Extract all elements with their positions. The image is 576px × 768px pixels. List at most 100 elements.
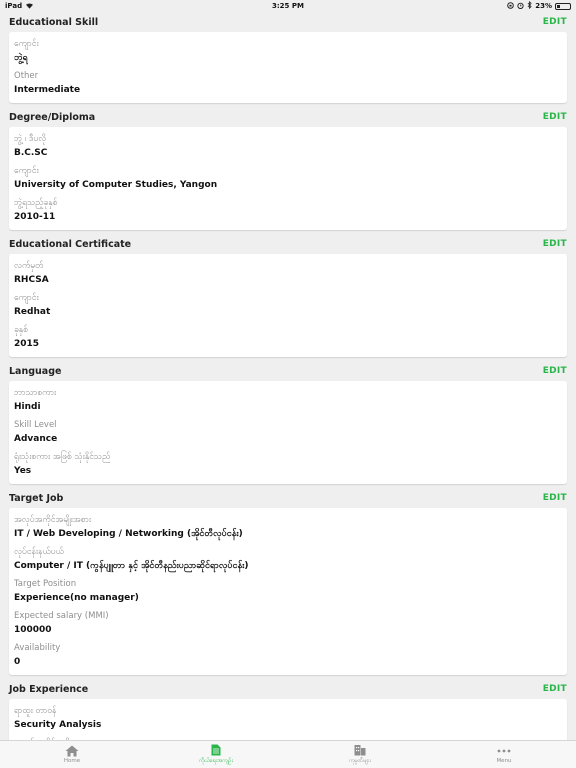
section-title: Target Job	[9, 492, 64, 504]
tab-bar: Home ကိုယ်ရေးအကျဉ်း ကုမ္ပဏီများ Menu	[0, 740, 576, 768]
field-label: Other	[14, 70, 39, 81]
field-value: RHCSA	[14, 274, 49, 285]
field-label: Availability	[14, 642, 61, 653]
section-card: ဘွဲ့ ၊ ဒီပလို B.C.SC ကျောင်း University of …	[9, 127, 567, 230]
lock-rotation-icon	[507, 1, 515, 11]
field-label: လုပ်ငန်းနယ်ပယ်	[14, 546, 64, 557]
field-label: ကျောင်း	[14, 165, 39, 176]
section-card: ရာထူး တာဝန်Security Analysisအလုပ်အကိုင်အ…	[9, 699, 567, 740]
section-card: ကျောင်း ဘွဲ့ရ Other Intermediate	[9, 32, 567, 103]
alarm-icon	[517, 2, 524, 11]
field-value: Security Analysis	[14, 719, 102, 730]
wifi-icon	[25, 2, 34, 11]
field-value: Computer / IT (ကွန်ပျူတာ နှင့် အိုင်တီနည…	[14, 560, 249, 571]
field-row: Other Intermediate	[14, 67, 562, 99]
section-degree-diploma: Degree/Diploma EDIT ဘွဲ့ ၊ ဒီပလို B.C.SC ကျေ…	[0, 107, 576, 230]
edit-degree-diploma-button[interactable]: EDIT	[543, 112, 567, 122]
field-row: Availability 0	[14, 639, 562, 671]
resume-scroll-view[interactable]: Educational Skill EDIT ကျောင်း ဘွဲ့ရ Other In…	[0, 12, 576, 740]
edit-educational-certificate-button[interactable]: EDIT	[543, 239, 567, 249]
field-label: ရာထူး တာဝန်	[14, 705, 57, 716]
document-icon	[211, 744, 221, 756]
section-job-experience: Job Experience EDIT ရာထူး တာဝန် Security An…	[0, 679, 576, 740]
field-label: ကျောင်း	[14, 38, 39, 49]
field-label: ရုံးသုံးစကား အဖြစ် သုံးနိုင်သည်	[14, 451, 111, 462]
section-title: Degree/Diploma	[9, 111, 96, 123]
field-label: Skill Level	[14, 419, 57, 430]
edit-job-experience-button[interactable]: EDIT	[543, 684, 567, 694]
tab-label: ကုမ္ပဏီများ	[349, 758, 371, 764]
home-icon	[65, 745, 79, 757]
field-value: Experience(no manager)	[14, 592, 139, 603]
section-header: Language EDIT	[0, 361, 576, 381]
field-value: Yes	[14, 465, 32, 476]
section-header: Target Job EDIT	[0, 488, 576, 508]
field-value: 2010-11	[14, 211, 56, 222]
field-row: ဘွဲ့ ၊ ဒီပလို B.C.SC	[14, 130, 562, 162]
field-value: Redhat	[14, 306, 51, 317]
field-label: Expected salary (MMI)	[14, 610, 109, 621]
field-label: ကျောင်း	[14, 292, 39, 303]
field-value: Intermediate	[14, 84, 81, 95]
section-card: ဘာသာစကား Hindi Skill Level Advance ရုံးသုံးစ…	[9, 381, 567, 484]
section-language: Language EDIT ဘာသာစကား Hindi Skill Level Adva…	[0, 361, 576, 484]
field-value: B.C.SC	[14, 147, 48, 158]
section-header: Educational Certificate EDIT	[0, 234, 576, 254]
edit-target-job-button[interactable]: EDIT	[543, 493, 567, 503]
section-card: လက်မှတ် RHCSA ကျောင်း Redhat ခုနှစ် 2015	[9, 254, 567, 357]
field-row: အလုပ်အကိုင်အမျိုးအစား IT / Web Developing…	[14, 511, 562, 543]
field-row: လက်မှတ် RHCSA	[14, 257, 562, 289]
field-value: 2015	[14, 338, 40, 349]
field-row: ကျောင်း University of Computer Studies, Y…	[14, 162, 562, 194]
field-row: Expected salary (MMI) 100000	[14, 607, 562, 639]
field-label: လက်မှတ်	[14, 260, 44, 271]
section-header: Educational Skill EDIT	[0, 12, 576, 32]
field-row: ကျောင်း Redhat	[14, 289, 562, 321]
tab-home[interactable]: Home	[0, 741, 144, 768]
section-title: Educational Skill	[9, 16, 99, 28]
section-target-job: Target Job EDIT အလုပ်အကိုင်အမျိုးအစား IT / …	[0, 488, 576, 675]
field-row: Target Position Experience(no manager)	[14, 575, 562, 607]
building-icon	[354, 744, 366, 756]
tab-label: ကိုယ်ရေးအကျဉ်း	[198, 758, 233, 764]
bluetooth-icon	[527, 0, 532, 11]
tab-label: Home	[63, 758, 81, 764]
field-row: Skill Level Advance	[14, 416, 562, 448]
battery-percent: 23%	[535, 2, 552, 10]
field-value: Advance	[14, 433, 58, 444]
status-time: 3:25 PM	[272, 2, 304, 10]
field-label: ဘွဲ့ ၊ ဒီပလို	[14, 133, 47, 144]
field-row: ခုနှစ် 2015	[14, 321, 562, 353]
battery-fill	[557, 4, 560, 8]
field-value: 0	[14, 656, 21, 667]
field-value: University of Computer Studies, Yangon	[14, 179, 218, 190]
tab-label: Menu	[496, 758, 512, 764]
field-label: Target Position	[14, 578, 77, 589]
field-label: ဘာသာစကား	[14, 387, 57, 398]
section-header: Job Experience EDIT	[0, 679, 576, 699]
field-row: ရုံးသုံးစကား အဖြစ် သုံးနိုင်သည် Yes	[14, 448, 562, 480]
field-row: ဘွဲ့ရသည့်ခုနှစ် 2010-11	[14, 194, 562, 226]
field-value: 100000	[14, 624, 52, 635]
field-row: လုပ်ငန်းနယ်ပယ် Computer / IT (ကွန်ပျူတာ န…	[14, 543, 562, 575]
field-label: ခုနှစ်	[14, 324, 28, 335]
edit-language-button[interactable]: EDIT	[543, 366, 567, 376]
field-value: Hindi	[14, 401, 41, 412]
section-card: အလုပ်အကိုင်အမျိုးအစား IT / Web Developing…	[9, 508, 567, 675]
section-title: Educational Certificate	[9, 238, 132, 250]
section-educational-certificate: Educational Certificate EDIT လက်မှတ် RHCSA က…	[0, 234, 576, 357]
section-header: Degree/Diploma EDIT	[0, 107, 576, 127]
section-educational-skill: Educational Skill EDIT ကျောင်း ဘွဲ့ရ Other In…	[0, 12, 576, 103]
more-icon	[497, 745, 511, 757]
status-bar: iPad 3:25 PM 23%	[0, 0, 576, 12]
field-label: အလုပ်အကိုင်အမျိုးအစား	[14, 514, 92, 525]
tab-more[interactable]: Menu	[432, 741, 576, 768]
field-value: IT / Web Developing / Networking (အိုင်တ…	[14, 528, 243, 539]
tab-document[interactable]: ကိုယ်ရေးအကျဉ်း	[144, 741, 288, 768]
field-row: ကျောင်း ဘွဲ့ရ	[14, 35, 562, 67]
battery-icon	[555, 2, 571, 10]
tab-building[interactable]: ကုမ္ပဏီများ	[288, 741, 432, 768]
field-row: ဘာသာစကား Hindi	[14, 384, 562, 416]
edit-educational-skill-button[interactable]: EDIT	[543, 17, 567, 27]
device-name: iPad	[5, 2, 23, 10]
